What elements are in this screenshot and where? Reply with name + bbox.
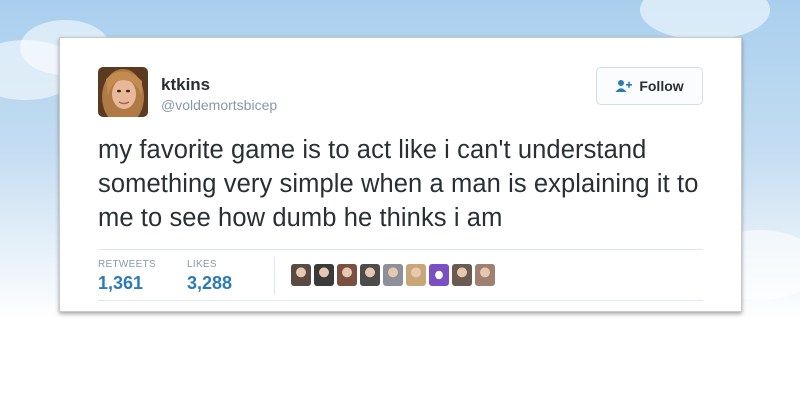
liker-avatar[interactable] xyxy=(452,264,472,286)
liker-avatar[interactable] xyxy=(291,264,311,286)
tweet-text: my favorite game is to act like i can't … xyxy=(98,136,699,232)
stats-separator xyxy=(274,257,275,294)
retweets-label: RETWEETS xyxy=(98,259,156,270)
user-avatar[interactable] xyxy=(98,67,148,117)
liker-avatar[interactable] xyxy=(337,264,357,286)
liker-avatar[interactable] xyxy=(406,264,426,286)
likes-count: 3,288 xyxy=(187,273,233,293)
liker-avatar[interactable] xyxy=(383,264,403,286)
liker-avatar[interactable] xyxy=(360,264,380,286)
follow-button[interactable]: Follow xyxy=(596,67,703,105)
add-user-icon xyxy=(615,80,633,92)
stats-top-divider xyxy=(98,249,703,250)
liker-avatar[interactable] xyxy=(475,264,495,286)
tweet-card: ktkins @voldemortsbicep Follow my favori… xyxy=(59,37,742,312)
likers-avatar-row xyxy=(291,264,495,286)
liker-avatar[interactable] xyxy=(314,264,334,286)
user-handle[interactable]: @voldemortsbicep xyxy=(161,97,277,113)
display-name[interactable]: ktkins xyxy=(161,75,210,95)
background-cloud xyxy=(640,0,770,40)
likes-stat[interactable]: LIKES 3,288 xyxy=(187,259,232,294)
likes-label: LIKES xyxy=(187,259,217,270)
stats-bottom-divider xyxy=(98,300,703,301)
retweets-count: 1,361 xyxy=(98,273,144,293)
follow-label: Follow xyxy=(639,78,684,94)
retweets-stat[interactable]: RETWEETS 1,361 xyxy=(98,259,156,294)
liker-avatar[interactable] xyxy=(429,264,449,286)
